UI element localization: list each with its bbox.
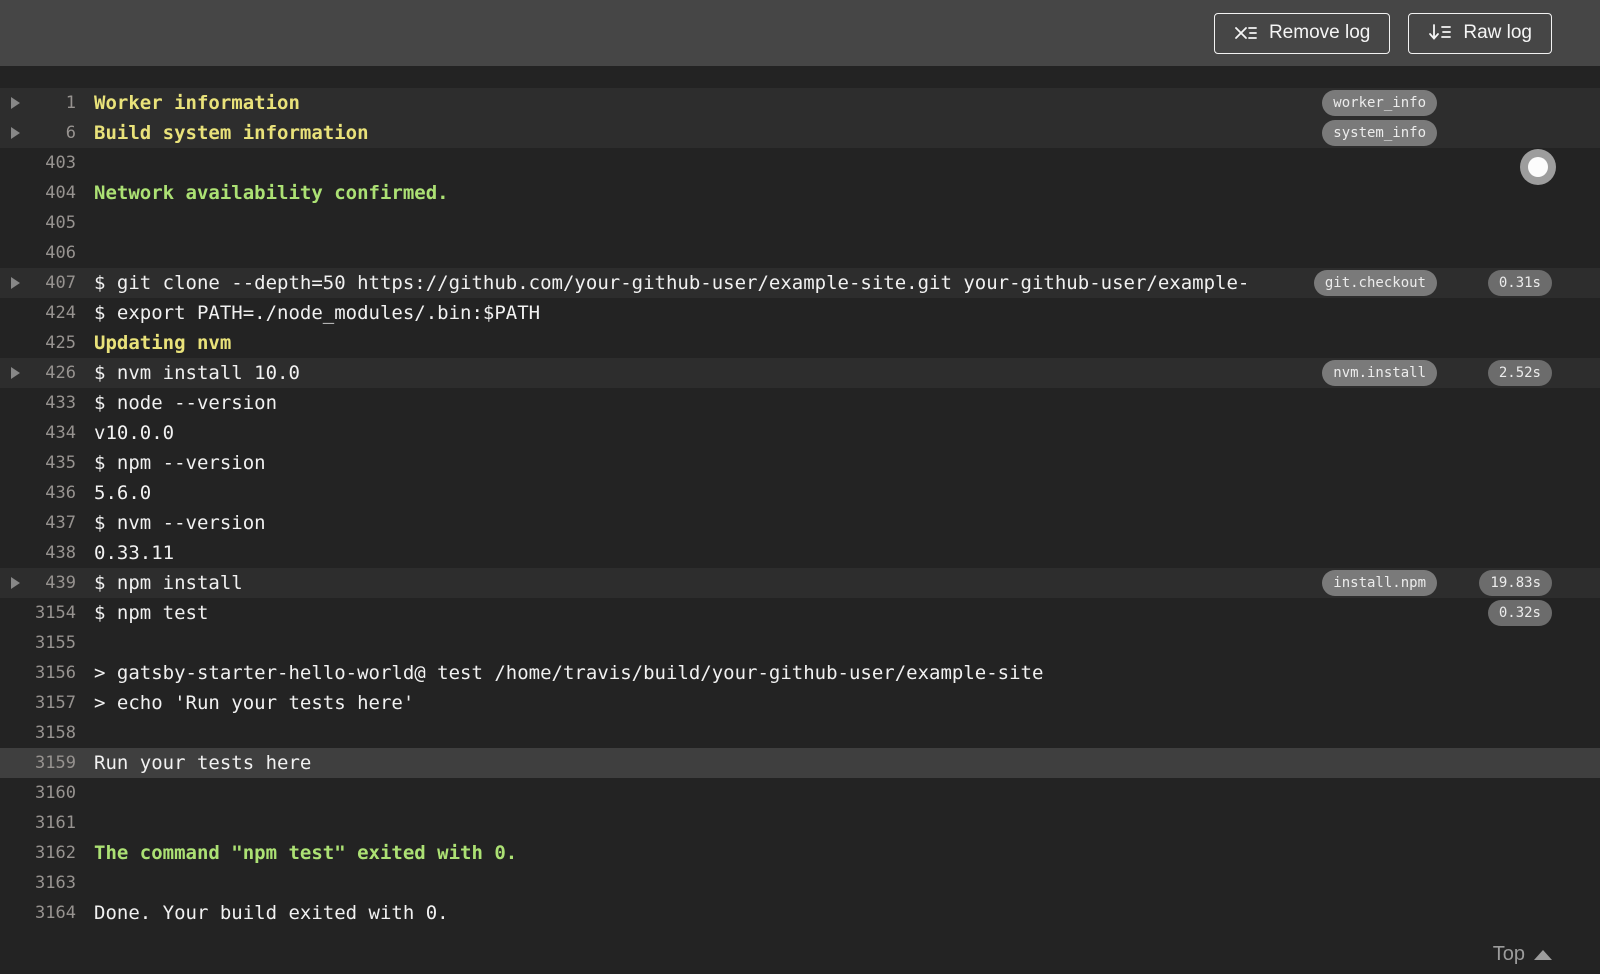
- fold-name-badge: git.checkout: [1313, 270, 1437, 296]
- line-number[interactable]: 404: [0, 178, 76, 208]
- log-text: $ export PATH=./node_modules/.bin:$PATH: [94, 302, 541, 324]
- line-number[interactable]: 438: [0, 538, 76, 568]
- log-line: 3156 > gatsby-starter-hello-world@ test /…: [0, 658, 1600, 688]
- raw-log-label: Raw log: [1463, 22, 1532, 43]
- download-list-icon: [1428, 24, 1452, 42]
- log-line: 426 $ nvm install 10.0 nvm.install 2.52s: [0, 358, 1600, 388]
- line-number[interactable]: 3154: [0, 598, 76, 628]
- line-number[interactable]: 3164: [0, 898, 76, 928]
- x-list-icon: [1234, 24, 1258, 42]
- line-number[interactable]: 424: [0, 298, 76, 328]
- line-number[interactable]: 3158: [0, 718, 76, 748]
- raw-log-button[interactable]: Raw log: [1408, 12, 1552, 54]
- log-line: 424 $ export PATH=./node_modules/.bin:$PA…: [0, 298, 1600, 328]
- log-line: 3163: [0, 868, 1600, 898]
- log-toolbar: Remove log Raw log: [0, 0, 1600, 66]
- line-number[interactable]: 3162: [0, 838, 76, 868]
- log-line: 3164 Done. Your build exited with 0.: [0, 898, 1600, 928]
- log-text: > echo 'Run your tests here': [94, 692, 415, 714]
- line-number[interactable]: 3161: [0, 808, 76, 838]
- line-number[interactable]: 3155: [0, 628, 76, 658]
- line-number[interactable]: 3159: [0, 748, 76, 778]
- log-line: 3161: [0, 808, 1600, 838]
- duration-badge: 2.52s: [1487, 360, 1552, 386]
- log-line: 3157 > echo 'Run your tests here': [0, 688, 1600, 718]
- fold-arrow-icon[interactable]: [11, 97, 20, 109]
- line-number[interactable]: 437: [0, 508, 76, 538]
- log-line: 425 Updating nvm: [0, 328, 1600, 358]
- fold-name-badge: install.npm: [1322, 570, 1437, 596]
- log-rows: 1 Worker information worker_info 6 Build sys…: [0, 88, 1600, 928]
- top-link-label: Top: [1492, 943, 1525, 965]
- line-number[interactable]: 425: [0, 328, 76, 358]
- log-line: 406: [0, 238, 1600, 268]
- line-number[interactable]: 3160: [0, 778, 76, 808]
- log-line: 3155: [0, 628, 1600, 658]
- line-number[interactable]: 3157: [0, 688, 76, 718]
- log-text: $ node --version: [94, 392, 278, 414]
- fold-name-badge: system_info: [1322, 120, 1437, 146]
- line-number[interactable]: 436: [0, 478, 76, 508]
- fold-name-badge: worker_info: [1322, 90, 1437, 116]
- remove-log-button[interactable]: Remove log: [1213, 12, 1391, 54]
- line-number[interactable]: 3156: [0, 658, 76, 688]
- line-number[interactable]: 405: [0, 208, 76, 238]
- line-number[interactable]: 433: [0, 388, 76, 418]
- duration-badge: 0.31s: [1487, 270, 1552, 296]
- scroll-to-top-link[interactable]: Top: [1493, 943, 1552, 966]
- log-line: 435 $ npm --version: [0, 448, 1600, 478]
- log-text: $ nvm --version: [94, 512, 266, 534]
- log-line: 437 $ nvm --version: [0, 508, 1600, 538]
- duration-badge: 19.83s: [1479, 570, 1552, 596]
- log-line: 1 Worker information worker_info: [0, 88, 1600, 118]
- fold-arrow-icon[interactable]: [11, 127, 20, 139]
- log-line: 3154 $ npm test 0.32s: [0, 598, 1600, 628]
- line-number[interactable]: 3163: [0, 868, 76, 898]
- log-text: v10.0.0: [94, 422, 175, 444]
- log-line: 3158: [0, 718, 1600, 748]
- log-line: 438 0.33.11: [0, 538, 1600, 568]
- log-text: 5.6.0: [94, 482, 152, 504]
- log-text: Updating nvm: [94, 332, 232, 354]
- log-text: 0.33.11: [94, 542, 175, 564]
- log-text: > gatsby-starter-hello-world@ test /home…: [94, 662, 1044, 684]
- log-line: 3162 The command "npm test" exited with 0…: [0, 838, 1600, 868]
- fold-name-badge: nvm.install: [1322, 360, 1437, 386]
- log-text: Done. Your build exited with 0.: [94, 902, 449, 924]
- log-line: 433 $ node --version: [0, 388, 1600, 418]
- duration-badge: 0.32s: [1487, 600, 1552, 626]
- log-text: $ npm test: [94, 602, 209, 624]
- fold-arrow-icon[interactable]: [11, 577, 20, 589]
- build-log: 1 Worker information worker_info 6 Build sys…: [0, 66, 1600, 974]
- line-number[interactable]: 406: [0, 238, 76, 268]
- log-line: 434 v10.0.0: [0, 418, 1600, 448]
- log-line: 436 5.6.0: [0, 478, 1600, 508]
- radio-circle-icon[interactable]: [1520, 149, 1556, 185]
- log-line: 3160: [0, 778, 1600, 808]
- line-number[interactable]: 434: [0, 418, 76, 448]
- fold-arrow-icon[interactable]: [11, 277, 20, 289]
- line-number[interactable]: 403: [0, 148, 76, 178]
- log-text: The command "npm test" exited with 0.: [94, 842, 518, 864]
- log-line: 403: [0, 148, 1600, 178]
- radio-circle-inner: [1528, 157, 1548, 177]
- log-line: 404 Network availability confirmed.: [0, 178, 1600, 208]
- remove-log-label: Remove log: [1268, 22, 1371, 43]
- log-line: 439 $ npm install install.npm 19.83s: [0, 568, 1600, 598]
- log-line: 6 Build system information system_info: [0, 118, 1600, 148]
- log-text: Network availability confirmed.: [94, 182, 449, 204]
- log-text: Run your tests here: [94, 752, 312, 774]
- log-line: 405: [0, 208, 1600, 238]
- log-line: 3159 Run your tests here: [0, 748, 1600, 778]
- triangle-up-icon: [1534, 949, 1552, 960]
- line-number[interactable]: 435: [0, 448, 76, 478]
- log-text: $ npm --version: [94, 452, 266, 474]
- log-line: 407 $ git clone --depth=50 https://github…: [0, 268, 1600, 298]
- fold-arrow-icon[interactable]: [11, 367, 20, 379]
